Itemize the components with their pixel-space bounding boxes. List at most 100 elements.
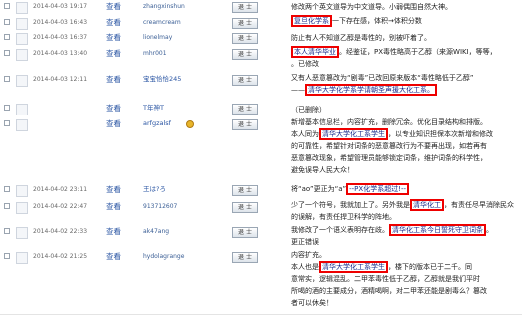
revision-date: 2014-04-02 21:25 [33,253,88,260]
revert-button[interactable]: 退 士 [232,119,258,130]
revision-date: 2014-04-03 19:17 [33,3,88,10]
highlighted-claim: 清华大学化学系学请朝圣声援大化工系。 [305,84,437,96]
edit-summary: 防止有人不知道乙醇是毒性的，别被吓着了。 [291,32,519,44]
highlighted-claim: 本人清华毕业 [291,46,339,58]
summary-text: 少了一个符号，我就加上了。另外我是 [291,201,410,209]
select-checkbox[interactable] [4,50,10,56]
revert-button[interactable]: 退 士 [232,49,258,60]
summary-text: ，以专业知识担保本次新增和修改 [388,130,493,138]
revision-row: 2014-04-03 16:37 查看 lionelmay 退 士 防止有人不知道乙醇是… [0,31,522,46]
editor-username[interactable]: T年神T [143,104,164,113]
edit-summary-line: 恶意篡改现象，希望管理员能够锁定词条，维护词条的科学性， [291,152,519,164]
select-checkbox[interactable] [4,203,10,209]
revert-button[interactable]: 退 士 [232,104,258,115]
edit-summary-line: 。已修改 [291,58,519,70]
revision-row: 2014-04-02 22:33 查看 ak47ang 退 士 我修改了一个语义表明存在… [0,223,522,249]
highlighted-claim: 清华大学化工系学生 [319,128,388,140]
editor-username[interactable]: arfgzalsf [143,119,171,128]
edit-summary-line: 防止有人不知道乙醇是毒性的，别被吓着了。 [291,32,519,44]
view-link[interactable]: 查看 [106,185,121,194]
view-link[interactable]: 查看 [106,75,121,84]
summary-text: 的误解，有责任捍卫科学的阵地。 [291,213,396,221]
revision-date: 2014-04-02 22:47 [33,203,88,210]
avatar [16,185,28,197]
edit-summary: 复旦化学系 一下存在感，体积→体积分数 [291,15,519,27]
revert-button[interactable]: 退 士 [232,202,258,213]
revert-button[interactable]: 退 士 [232,33,258,44]
view-link[interactable]: 查看 [106,104,121,113]
summary-text: 意常实，逻辑混乱。二甲苯毒性低于乙醇，乙醇就是我们平时 [291,275,480,283]
select-checkbox[interactable] [4,253,10,259]
summary-text: 避免误导人民大众！ [291,166,354,174]
summary-text: 者可以休矣！ [291,299,333,307]
summary-text: （已删除） [291,106,326,114]
edit-summary-line: 者可以休矣！ [291,297,519,309]
editor-username[interactable]: mhr001 [143,49,167,58]
summary-text: 的可靠性，希望针对词条的恶意篡改行为不要再出现，如若再有 [291,142,487,150]
avatar [16,18,28,30]
summary-text: 。已修改 [291,60,319,68]
summary-text: 防止有人不知道乙醇是毒性的，别被吓着了。 [291,34,431,42]
revert-button[interactable]: 退 士 [232,75,258,86]
highlighted-claim: 清华大学化工系学生 [319,261,388,273]
highlighted-claim: --PX化学系超过!-- [346,183,410,195]
revision-date: 2014-04-02 23:11 [33,186,88,193]
editor-username[interactable]: 宝宝恰恰245 [143,75,181,84]
select-checkbox[interactable] [4,186,10,192]
view-link[interactable]: 查看 [106,227,121,236]
view-link[interactable]: 查看 [106,18,121,27]
summary-text: 新增基本信息栏，内容扩充，删除冗余。优化目录结构和排版。 [291,118,487,126]
edit-summary: 内容扩充。 本人也是 清华大学化工系学生 ，楼下的版本已于二千。同 意常实，逻辑混乱。二… [291,249,519,309]
medal-icon [186,120,194,128]
avatar [16,75,28,87]
revision-date: 2014-04-03 12:11 [33,76,88,83]
avatar [16,33,28,45]
select-checkbox[interactable] [4,228,10,234]
edit-summary-line: 复旦化学系 一下存在感，体积→体积分数 [291,15,519,27]
avatar [16,227,28,239]
revision-row: 2014-04-03 12:11 查看 宝宝恰恰245 退 士 又有人恶意篡改为“剧毒”… [0,71,522,104]
editor-username[interactable]: lionelmay [143,33,172,42]
editor-username[interactable]: hydolagrange [143,252,184,261]
editor-username[interactable]: 王は?ろ [143,185,166,194]
summary-text: 更正错误 [291,238,319,246]
select-checkbox[interactable] [4,34,10,40]
edit-summary-line: 少了一个符号，我就加上了。另外我是 清华化工 ，有责任尽早消除民众 [291,199,519,211]
revision-row: 2014-04-03 16:43 查看 creamcream 退 士 复旦化学系 一下存在… [0,14,522,32]
view-link[interactable]: 查看 [106,252,121,261]
edit-summary-line: 将“ao”更正为“a” --PX化学系超过!-- [291,183,519,195]
revert-button[interactable]: 退 士 [232,227,258,238]
select-checkbox[interactable] [4,19,10,25]
editor-username[interactable]: zhangxinshun [143,2,185,11]
select-checkbox[interactable] [4,105,10,111]
view-link[interactable]: 查看 [106,33,121,42]
edit-summary: 本人清华毕业 。经鉴证，PX毒性略高于乙醇（来源WIKI，等等， 。已修改 [291,46,519,70]
view-link[interactable]: 查看 [106,202,121,211]
edit-summary-line: 修改两个英文道导为中文道导。小弱偶围自然大神。 [291,1,519,13]
revert-button[interactable]: 退 士 [232,185,258,196]
edit-summary: 我修改了一个语义表明存在歧。 清华化工系今日誓死守卫词条。更正错误 [291,224,519,248]
revert-button[interactable]: 退 士 [232,252,258,263]
edit-summary-line: 所喝的酒的主要成分，酒精喝啊，对二甲苯还能是剧毒么？篡改 [291,285,519,297]
view-link[interactable]: 查看 [106,49,121,58]
view-link[interactable]: 查看 [106,2,121,11]
revert-button[interactable]: 退 士 [232,2,258,13]
revision-row: 2014-04-03 13:40 查看 mhr001 退 士 本人清华毕业 。经鉴证，PX… [0,45,522,72]
select-checkbox[interactable] [4,76,10,82]
view-link[interactable]: 查看 [106,119,121,128]
revision-row: 2014-04-02 21:25 查看 hydolagrange 退 士 内容扩充。 本人… [0,248,522,315]
edit-summary: 又有人恶意篡改为“剧毒”已改回原来版本“毒性略低于乙醇” —— 清华大学化学系学请朝… [291,72,519,96]
revision-date: 2014-04-03 16:43 [33,19,88,26]
editor-username[interactable]: creamcream [143,18,181,27]
select-checkbox[interactable] [4,3,10,9]
editor-username[interactable]: ak47ang [143,227,169,236]
edit-summary: 少了一个符号，我就加上了。另外我是 清华化工 ，有责任尽早消除民众的误解，有责任捍卫… [291,199,519,223]
revert-button[interactable]: 退 士 [232,18,258,29]
summary-text: 我修改了一个语义表明存在歧。 [291,226,389,234]
summary-text: —— [291,86,305,94]
edit-summary-line: 的误解，有责任捍卫科学的阵地。 [291,211,519,223]
edit-summary-line: —— 清华大学化学系学请朝圣声援大化工系。 [291,84,519,96]
select-checkbox[interactable] [4,120,10,126]
summary-text: 。 [486,226,493,234]
editor-username[interactable]: 913712607 [143,202,177,211]
